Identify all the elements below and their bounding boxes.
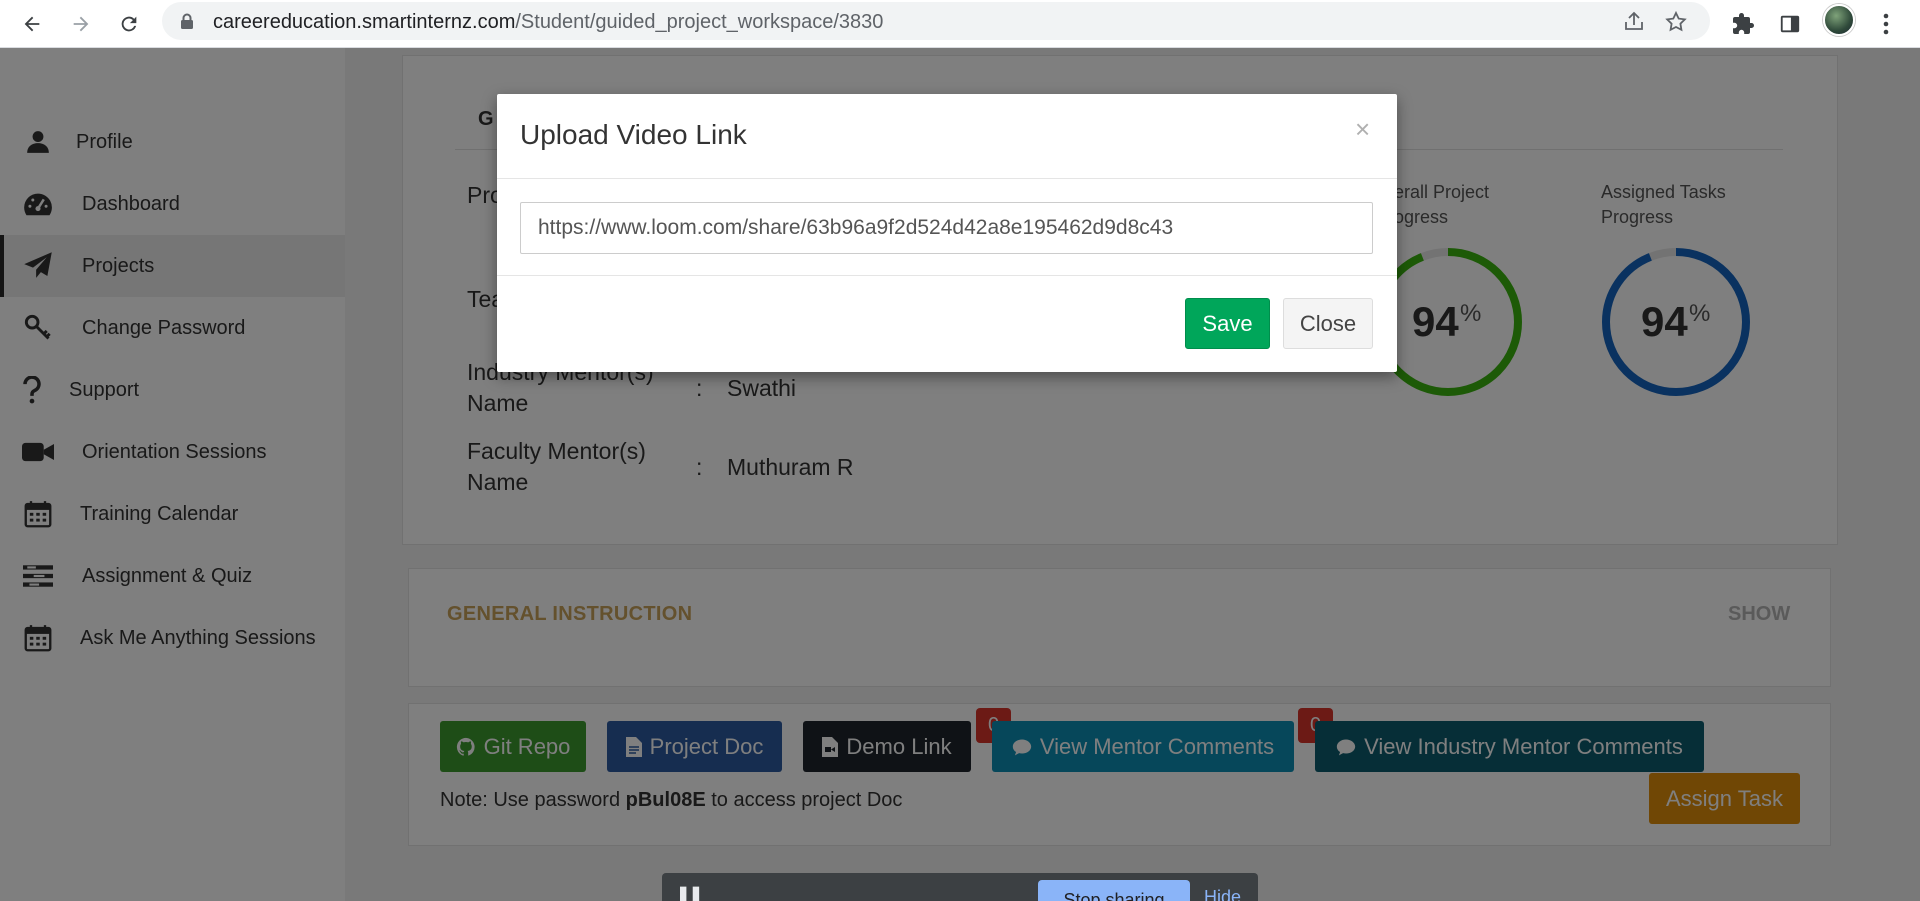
stop-sharing-button[interactable]: Stop sharing	[1038, 880, 1190, 901]
hide-link[interactable]: Hide	[1204, 887, 1241, 901]
modal-divider	[497, 275, 1397, 276]
puzzle-icon	[1733, 13, 1754, 34]
video-link-input[interactable]	[520, 202, 1373, 254]
browser-toolbar: careereducation.smartinternz.com/Student…	[0, 0, 1920, 48]
reload-button[interactable]	[113, 8, 145, 40]
chrome-menu-button[interactable]	[1870, 8, 1902, 40]
profile-avatar[interactable]	[1823, 4, 1855, 36]
lock-icon	[181, 13, 193, 29]
modal-divider	[497, 178, 1397, 179]
side-panel-button[interactable]	[1774, 8, 1806, 40]
address-bar[interactable]: careereducation.smartinternz.com/Student…	[162, 2, 1710, 40]
arrow-right-icon	[73, 16, 89, 32]
close-icon[interactable]: ×	[1355, 116, 1370, 142]
share-status-text: ▌▌	[680, 887, 706, 901]
arrow-left-icon	[24, 16, 40, 32]
more-vertical-icon	[1883, 13, 1889, 35]
extensions-button[interactable]	[1727, 8, 1759, 40]
share-icon[interactable]	[1622, 10, 1646, 34]
side-panel-icon	[1780, 15, 1800, 33]
upload-video-link-modal: Upload Video Link × Save Close	[497, 94, 1397, 372]
star-icon[interactable]	[1664, 10, 1688, 34]
back-button[interactable]	[16, 8, 48, 40]
screen-share-bar: ▌▌ Stop sharing Hide	[662, 873, 1258, 901]
modal-title: Upload Video Link	[520, 119, 747, 150]
url-text: careereducation.smartinternz.com/Student…	[213, 11, 884, 33]
reload-icon	[121, 16, 137, 32]
save-button[interactable]: Save	[1185, 298, 1270, 349]
close-button[interactable]: Close	[1283, 298, 1373, 349]
forward-button[interactable]	[65, 8, 97, 40]
